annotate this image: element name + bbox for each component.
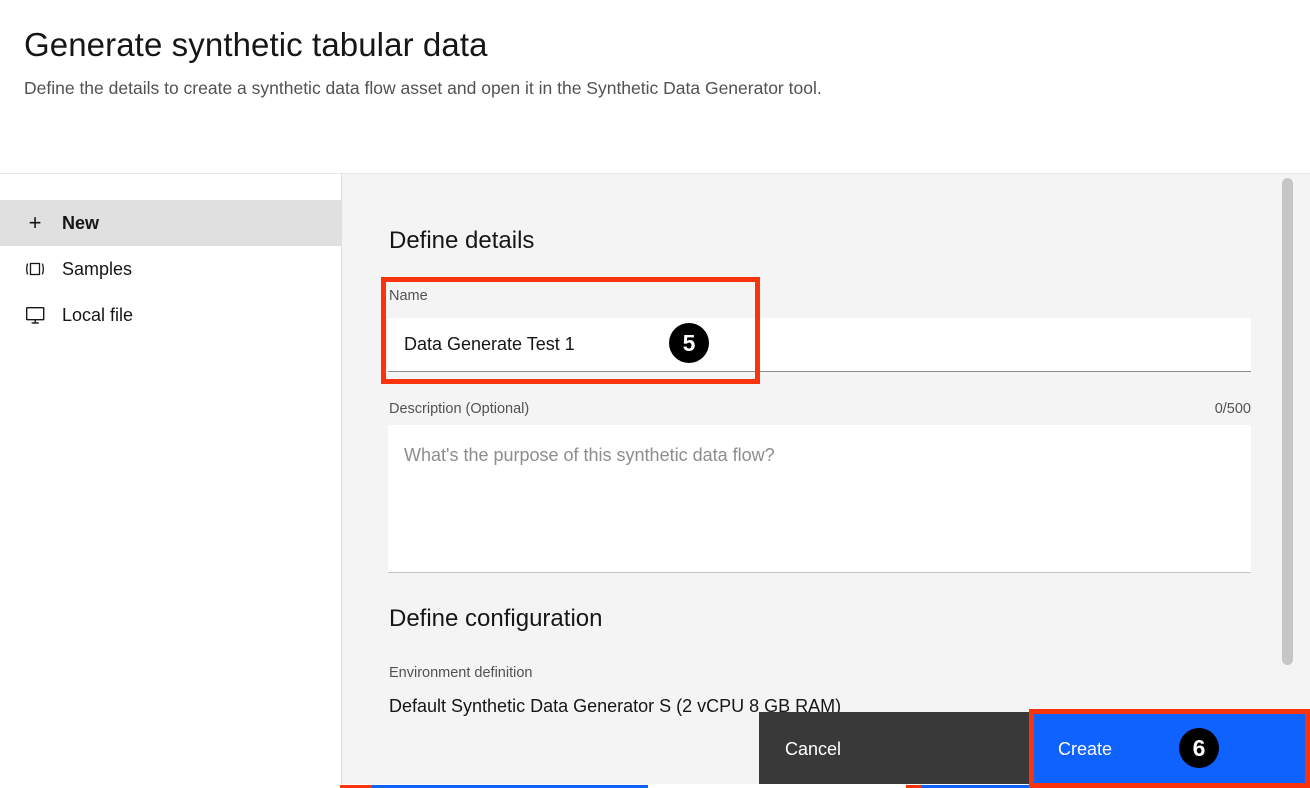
main-content-panel: Define details Name Description (Optiona… bbox=[343, 174, 1295, 788]
define-configuration-heading: Define configuration bbox=[389, 605, 603, 632]
sidebar-item-label-local-file: Local file bbox=[62, 305, 134, 325]
sidebar-item-local-file[interactable]: Local file bbox=[0, 292, 342, 338]
name-input[interactable] bbox=[388, 318, 1251, 372]
generate-synthetic-data-page: Generate synthetic tabular data Define t… bbox=[0, 0, 1310, 788]
page-subtitle: Define the details to create a synthetic… bbox=[24, 78, 822, 98]
content-scrollbar-thumb[interactable] bbox=[1282, 178, 1293, 665]
plus-icon: + bbox=[28, 210, 42, 235]
sidebar-item-label-new: New bbox=[62, 213, 100, 233]
source-sidebar: + New Samples Local file bbox=[0, 174, 342, 788]
samples-icon bbox=[24, 258, 46, 280]
page-body: + New Samples Local file Define details … bbox=[0, 174, 1310, 788]
offscreen-element-strip bbox=[0, 784, 1310, 788]
name-field-label: Name bbox=[389, 288, 428, 304]
description-textarea[interactable] bbox=[388, 425, 1251, 573]
monitor-icon bbox=[24, 304, 46, 326]
create-button[interactable]: Create bbox=[1032, 712, 1310, 785]
description-char-counter: 0/500 bbox=[1214, 401, 1251, 417]
define-details-heading: Define details bbox=[389, 227, 535, 254]
sidebar-item-label-samples: Samples bbox=[62, 259, 133, 279]
page-header: Generate synthetic tabular data Define t… bbox=[0, 0, 1310, 174]
sidebar-item-samples[interactable]: Samples bbox=[0, 246, 342, 292]
environment-definition-label: Environment definition bbox=[389, 665, 533, 681]
sidebar-item-new[interactable]: + New bbox=[0, 200, 342, 246]
description-field-label: Description (Optional) bbox=[389, 401, 530, 417]
content-scrollbar-track[interactable] bbox=[1280, 174, 1295, 788]
action-bar: Cancel Create bbox=[0, 712, 1310, 785]
cancel-button[interactable]: Cancel bbox=[759, 712, 1031, 785]
page-title: Generate synthetic tabular data bbox=[24, 26, 488, 63]
